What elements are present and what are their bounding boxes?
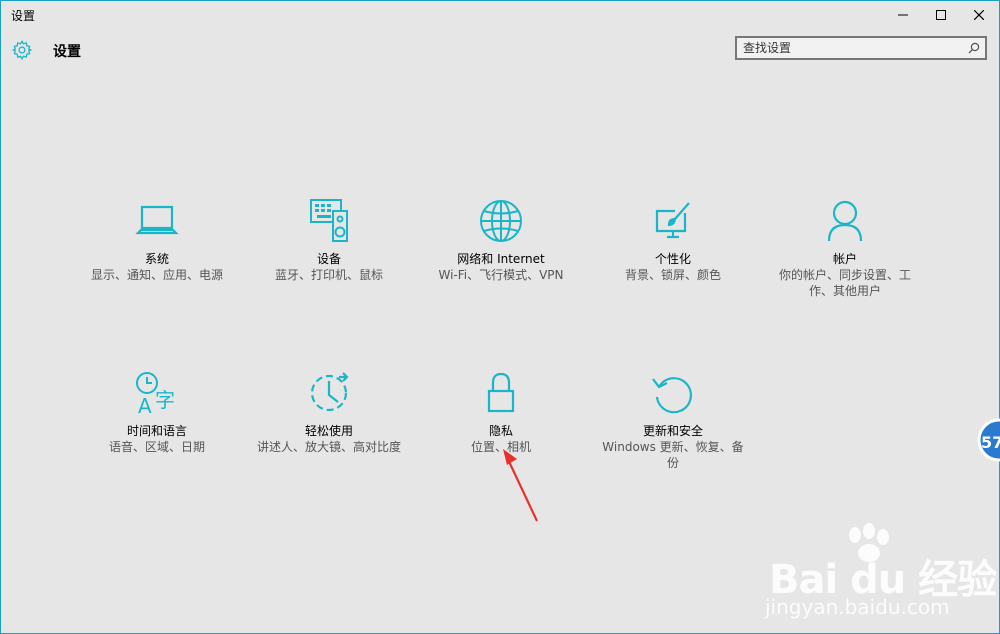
tile-name: 隐私 bbox=[488, 424, 513, 438]
lock-icon bbox=[477, 369, 525, 417]
tile-name: 系统 bbox=[144, 252, 169, 266]
tile-accounts[interactable]: 帐户 你的帐户、同步设置、工作、其他用户 bbox=[765, 197, 925, 299]
tile-network[interactable]: 网络和 Internet Wi-Fi、飞行模式、VPN bbox=[421, 197, 581, 283]
settings-window: 设置 设置 查找设置 系统 显示、通知、应用、电源 设备 蓝牙、打印机、鼠标 网… bbox=[0, 0, 1000, 634]
tile-name: 轻松使用 bbox=[304, 424, 353, 438]
tile-privacy[interactable]: 隐私 位置、相机 bbox=[421, 369, 581, 455]
tile-desc: Windows 更新、恢复、备份 bbox=[602, 440, 744, 470]
tile-name: 设备 bbox=[316, 252, 341, 266]
tile-name: 更新和安全 bbox=[642, 424, 703, 438]
gear-icon bbox=[11, 40, 33, 60]
tile-update-security[interactable]: 更新和安全 Windows 更新、恢复、备份 bbox=[593, 369, 753, 471]
svg-text:A: A bbox=[138, 394, 152, 417]
badge-text: 57 bbox=[981, 433, 1000, 452]
tile-name: 时间和语言 bbox=[126, 424, 187, 438]
annotation-arrow-icon bbox=[503, 449, 538, 522]
search-input[interactable] bbox=[743, 39, 959, 57]
ease-of-access-icon bbox=[305, 369, 353, 417]
window-title: 设置 bbox=[11, 9, 36, 23]
time-language-icon: A 字 bbox=[133, 369, 181, 417]
tile-name: 网络和 Internet bbox=[457, 252, 545, 266]
tile-desc: 蓝牙、打印机、鼠标 bbox=[274, 268, 383, 282]
tile-devices[interactable]: 设备 蓝牙、打印机、鼠标 bbox=[249, 197, 409, 283]
baidu-watermark: Bai du 经验 jingyan.baidu.com bbox=[759, 523, 999, 633]
tile-desc: 你的帐户、同步设置、工作、其他用户 bbox=[778, 268, 911, 298]
page-title: 设置 bbox=[53, 44, 81, 60]
minimize-icon bbox=[898, 14, 908, 16]
settings-header: 设置 bbox=[1, 31, 999, 71]
search-box[interactable] bbox=[735, 36, 987, 60]
keyboard-speaker-icon bbox=[305, 197, 353, 245]
laptop-icon bbox=[133, 197, 181, 245]
close-button[interactable] bbox=[961, 1, 997, 29]
tile-system[interactable]: 系统 显示、通知、应用、电源 bbox=[77, 197, 237, 283]
tile-name: 个性化 bbox=[654, 252, 691, 266]
refresh-icon bbox=[649, 369, 697, 417]
tile-desc: 显示、通知、应用、电源 bbox=[90, 268, 223, 282]
paint-icon bbox=[649, 197, 697, 245]
svg-text:字: 字 bbox=[155, 388, 175, 412]
search-icon[interactable] bbox=[967, 41, 981, 55]
minimize-button[interactable] bbox=[885, 1, 921, 29]
title-bar: 设置 bbox=[1, 1, 999, 29]
maximize-button[interactable] bbox=[923, 1, 959, 29]
floating-badge-icon[interactable]: 57 bbox=[973, 418, 1000, 464]
person-icon bbox=[821, 197, 869, 245]
tile-desc: 语音、区域、日期 bbox=[108, 440, 205, 454]
tile-desc: 背景、锁屏、颜色 bbox=[624, 268, 721, 282]
tile-name: 帐户 bbox=[832, 252, 857, 266]
tile-personalization[interactable]: 个性化 背景、锁屏、颜色 bbox=[593, 197, 753, 283]
globe-icon bbox=[477, 197, 525, 245]
tile-desc: Wi-Fi、飞行模式、VPN bbox=[438, 268, 564, 282]
tile-time-language[interactable]: A 字 时间和语言 语音、区域、日期 bbox=[77, 369, 237, 455]
tile-ease-of-access[interactable]: 轻松使用 讲述人、放大镜、高对比度 bbox=[249, 369, 409, 455]
maximize-icon bbox=[936, 10, 946, 20]
tile-desc: 讲述人、放大镜、高对比度 bbox=[256, 440, 401, 454]
close-icon bbox=[974, 10, 984, 20]
watermark-url: jingyan.baidu.com bbox=[765, 595, 950, 619]
